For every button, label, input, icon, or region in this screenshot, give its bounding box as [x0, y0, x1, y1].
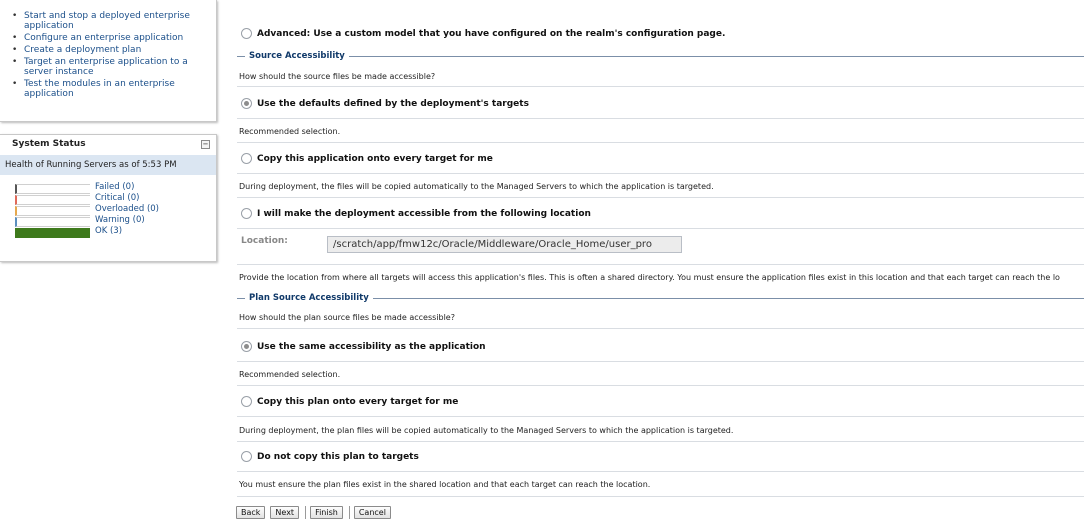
source-defaults-label: Use the defaults defined by the deployme…	[257, 98, 529, 109]
source-defaults-radio[interactable]	[241, 98, 252, 109]
plan-option-copy: Copy this plan onto every target for me	[241, 396, 458, 407]
howto-link-deployment-plan[interactable]: Create a deployment plan	[0, 45, 216, 55]
howto-link-configure[interactable]: Configure an enterprise application	[0, 33, 216, 43]
divider	[237, 86, 1084, 87]
plan-nocopy-note: You must ensure the plan files exist in …	[239, 480, 651, 489]
finish-group: Finish	[305, 506, 348, 519]
plan-accessibility-section: Plan Source Accessibility	[237, 293, 1084, 303]
divider	[237, 197, 1084, 198]
advanced-radio[interactable]	[241, 28, 252, 39]
cancel-group: Cancel	[348, 506, 396, 519]
source-option-defaults: Use the defaults defined by the deployme…	[241, 98, 529, 109]
source-accessibility-title: Source Accessibility	[249, 51, 345, 61]
howto-link-test-modules[interactable]: Test the modules in an enterprise applic…	[0, 79, 216, 99]
status-bar	[15, 228, 90, 238]
source-recommended-note: Recommended selection.	[239, 127, 341, 136]
plan-option-nocopy: Do not copy this plan to targets	[241, 451, 419, 462]
status-rows: Failed (0) Critical (0) Overloaded (0) W…	[0, 182, 216, 238]
source-copy-radio[interactable]	[241, 153, 252, 164]
cancel-button[interactable]: Cancel	[353, 506, 391, 519]
source-copy-label: Copy this application onto every target …	[257, 153, 493, 164]
status-row-failed: Failed (0)	[15, 182, 216, 194]
howto-link-target[interactable]: Target an enterprise application to a se…	[0, 57, 216, 77]
plan-copy-label: Copy this plan onto every target for me	[257, 396, 459, 407]
divider	[237, 361, 1084, 362]
divider	[237, 264, 1084, 265]
plan-question: How should the plan source files be made…	[239, 313, 455, 322]
source-location-radio[interactable]	[241, 208, 252, 219]
divider	[237, 441, 1084, 442]
divider	[237, 173, 1084, 174]
status-link-overloaded[interactable]: Overloaded (0)	[95, 204, 159, 215]
finish-button[interactable]: Finish	[310, 506, 343, 519]
status-row-overloaded: Overloaded (0)	[15, 204, 216, 216]
divider	[237, 328, 1084, 329]
system-status-header: System Status −	[0, 135, 216, 155]
source-copy-note: During deployment, the files will be cop…	[239, 182, 714, 191]
plan-option-same: Use the same accessibility as the applic…	[241, 341, 486, 352]
left-panel: Start and stop a deployed enterprise app…	[0, 0, 218, 531]
deployment-wizard-main: Advanced: Use a custom model that you ha…	[233, 0, 1084, 531]
source-option-location: I will make the deployment accessible fr…	[241, 208, 591, 219]
status-link-ok[interactable]: OK (3)	[95, 226, 122, 237]
divider	[237, 142, 1084, 143]
source-question: How should the source files be made acce…	[239, 72, 436, 81]
plan-recommended-note: Recommended selection.	[239, 370, 341, 379]
location-note: Provide the location from where all targ…	[239, 273, 1060, 282]
plan-same-radio[interactable]	[241, 341, 252, 352]
status-link-warning[interactable]: Warning (0)	[95, 215, 145, 226]
plan-nocopy-radio[interactable]	[241, 451, 252, 462]
status-row-ok: OK (3)	[15, 226, 216, 238]
divider	[237, 416, 1084, 417]
wizard-buttons: Back Next Finish Cancel	[236, 506, 396, 519]
how-do-i-panel: Start and stop a deployed enterprise app…	[0, 0, 217, 122]
source-option-copy: Copy this application onto every target …	[241, 153, 493, 164]
next-button[interactable]: Next	[270, 506, 300, 519]
plan-copy-note: During deployment, the plan files will b…	[239, 426, 734, 435]
health-label: Health of Running Servers as of 5:53 PM	[0, 155, 216, 175]
status-link-critical[interactable]: Critical (0)	[95, 193, 139, 204]
system-status-panel: System Status − Health of Running Server…	[0, 134, 217, 262]
plan-same-label: Use the same accessibility as the applic…	[257, 341, 486, 352]
divider	[237, 228, 1084, 229]
plan-accessibility-title: Plan Source Accessibility	[249, 293, 369, 303]
back-button[interactable]: Back	[236, 506, 266, 519]
status-link-failed[interactable]: Failed (0)	[95, 182, 134, 193]
source-accessibility-section: Source Accessibility	[237, 51, 1084, 61]
how-do-i-list: Start and stop a deployed enterprise app…	[0, 0, 216, 99]
location-input[interactable]: /scratch/app/fmw12c/Oracle/Middleware/Or…	[327, 236, 682, 253]
source-location-label: I will make the deployment accessible fr…	[257, 208, 591, 219]
divider	[237, 385, 1084, 386]
advanced-option-label: Advanced: Use a custom model that you ha…	[257, 28, 726, 39]
divider	[237, 471, 1084, 472]
status-bar-fill	[17, 229, 90, 237]
plan-copy-radio[interactable]	[241, 396, 252, 407]
collapse-icon[interactable]: −	[201, 140, 210, 149]
status-row-warning: Warning (0)	[15, 215, 216, 227]
advanced-option: Advanced: Use a custom model that you ha…	[241, 28, 725, 39]
system-status-title: System Status	[12, 139, 86, 149]
howto-link-start-stop[interactable]: Start and stop a deployed enterprise app…	[0, 11, 216, 31]
divider	[237, 496, 1084, 497]
divider	[237, 118, 1084, 119]
location-label: Location:	[241, 236, 288, 246]
plan-nocopy-label: Do not copy this plan to targets	[257, 451, 419, 462]
status-row-critical: Critical (0)	[15, 193, 216, 205]
